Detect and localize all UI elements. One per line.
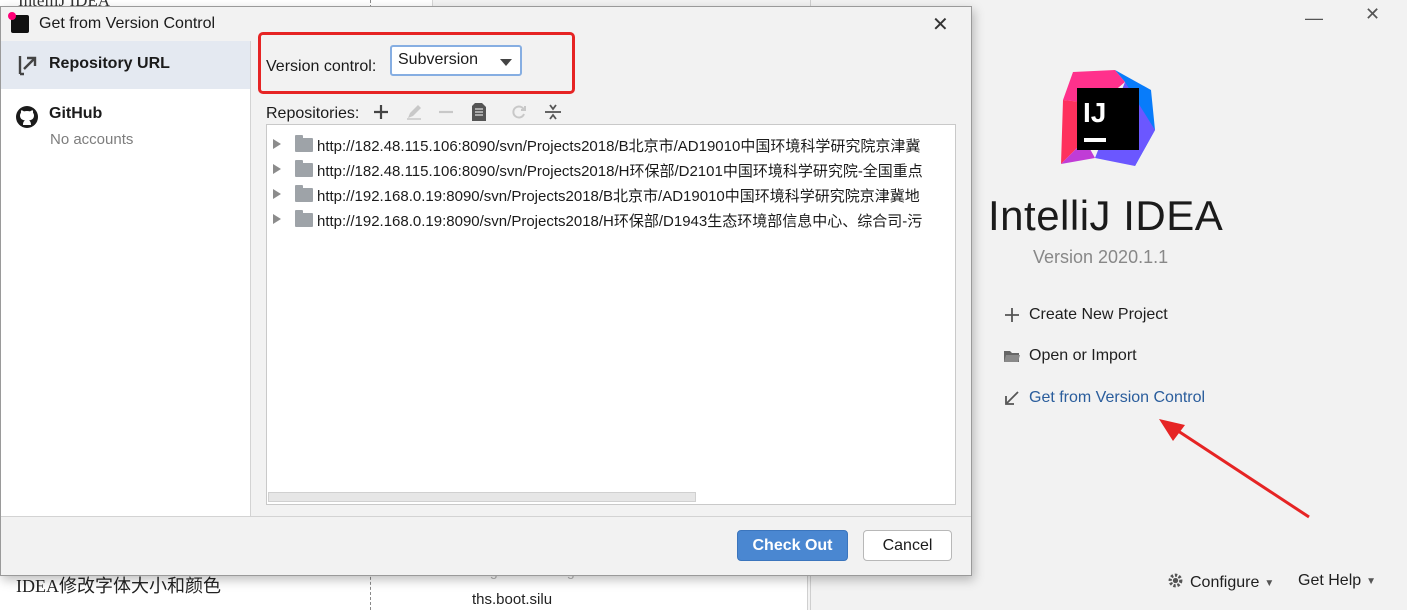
create-new-project-action[interactable]: Create New Project — [1003, 306, 1168, 324]
get-from-vcs-label: Get from Version Control — [1029, 389, 1206, 406]
plus-icon — [1003, 306, 1021, 324]
browse-changes-icon[interactable] — [469, 102, 489, 122]
add-repository-icon[interactable] — [371, 102, 391, 122]
get-help-label: Get Help — [1298, 572, 1362, 589]
repositories-label: Repositories: — [266, 105, 360, 122]
expand-arrow-icon[interactable] — [273, 189, 281, 199]
folder-icon — [295, 160, 313, 177]
dialog-close-button[interactable]: ✕ — [932, 12, 949, 37]
configure-button[interactable]: Configure ▼ — [1167, 572, 1274, 594]
sidebar-item-repository-url[interactable]: Repository URL — [1, 41, 250, 89]
create-new-project-label: Create New Project — [1029, 306, 1168, 323]
repository-tree[interactable]: http://182.48.115.106:8090/svn/Projects2… — [266, 124, 956, 505]
github-icon — [16, 106, 38, 128]
horizontal-scrollbar[interactable] — [268, 492, 696, 502]
caret-down-icon: ▼ — [1264, 577, 1275, 589]
sidebar-item-label: Repository URL — [49, 55, 170, 72]
app-name: IntelliJ IDEA — [988, 192, 1224, 239]
folder-icon — [295, 210, 313, 227]
repository-url: http://182.48.115.106:8090/svn/Projects2… — [317, 163, 923, 180]
repository-row[interactable]: http://182.48.115.106:8090/svn/Projects2… — [267, 157, 955, 182]
app-version: Version 2020.1.1 — [1033, 247, 1169, 267]
close-window-button[interactable]: ✕ — [1365, 4, 1380, 25]
repository-row[interactable]: http://192.168.0.19:8090/svn/Projects201… — [267, 207, 955, 232]
vcs-arrow-icon — [18, 56, 37, 76]
expand-arrow-icon[interactable] — [273, 139, 281, 149]
sidebar-item-label: GitHub — [49, 105, 103, 122]
get-from-vcs-action[interactable]: Get from Version Control — [1003, 389, 1205, 407]
configure-label: Configure — [1190, 574, 1260, 591]
collapse-all-icon[interactable] — [543, 102, 563, 122]
background-list-item[interactable]: ths.boot.silu — [472, 591, 552, 608]
repository-row[interactable]: http://192.168.0.19:8090/svn/Projects201… — [267, 182, 955, 207]
remove-repository-icon — [436, 102, 456, 122]
folder-open-icon — [1003, 347, 1021, 365]
arrow-down-left-icon — [1003, 389, 1021, 407]
get-help-button[interactable]: Get Help ▼ — [1298, 572, 1376, 590]
minimize-button[interactable]: — — [1305, 8, 1323, 29]
caret-down-icon: ▼ — [1366, 575, 1377, 587]
folder-icon — [295, 185, 313, 202]
dialog-sidebar: Repository URL GitHub No accounts — [1, 41, 251, 517]
github-accounts-status: No accounts — [50, 131, 134, 148]
svg-text:IJ: IJ — [1083, 97, 1106, 128]
repository-row[interactable]: http://182.48.115.106:8090/svn/Projects2… — [267, 132, 955, 157]
edit-repository-icon — [404, 102, 424, 122]
refresh-icon — [509, 102, 529, 122]
expand-arrow-icon[interactable] — [273, 164, 281, 174]
cancel-button[interactable]: Cancel — [863, 530, 952, 561]
folder-icon — [295, 135, 313, 152]
sidebar-item-github[interactable]: GitHub No accounts — [1, 93, 250, 153]
intellij-small-icon — [8, 12, 29, 33]
repository-url: http://192.168.0.19:8090/svn/Projects201… — [317, 188, 920, 205]
repository-url: http://182.48.115.106:8090/svn/Projects2… — [317, 138, 921, 155]
gear-icon — [1167, 572, 1184, 594]
intellij-logo-icon: IJ — [1061, 70, 1155, 166]
open-or-import-label: Open or Import — [1029, 347, 1137, 364]
check-out-button[interactable]: Check Out — [737, 530, 848, 561]
annotation-arrow — [1159, 419, 1310, 519]
repository-url: http://192.168.0.19:8090/svn/Projects201… — [317, 213, 923, 230]
dialog-title: Get from Version Control — [39, 15, 216, 32]
annotation-highlight-box — [258, 32, 575, 94]
expand-arrow-icon[interactable] — [273, 214, 281, 224]
open-or-import-action[interactable]: Open or Import — [1003, 347, 1137, 365]
